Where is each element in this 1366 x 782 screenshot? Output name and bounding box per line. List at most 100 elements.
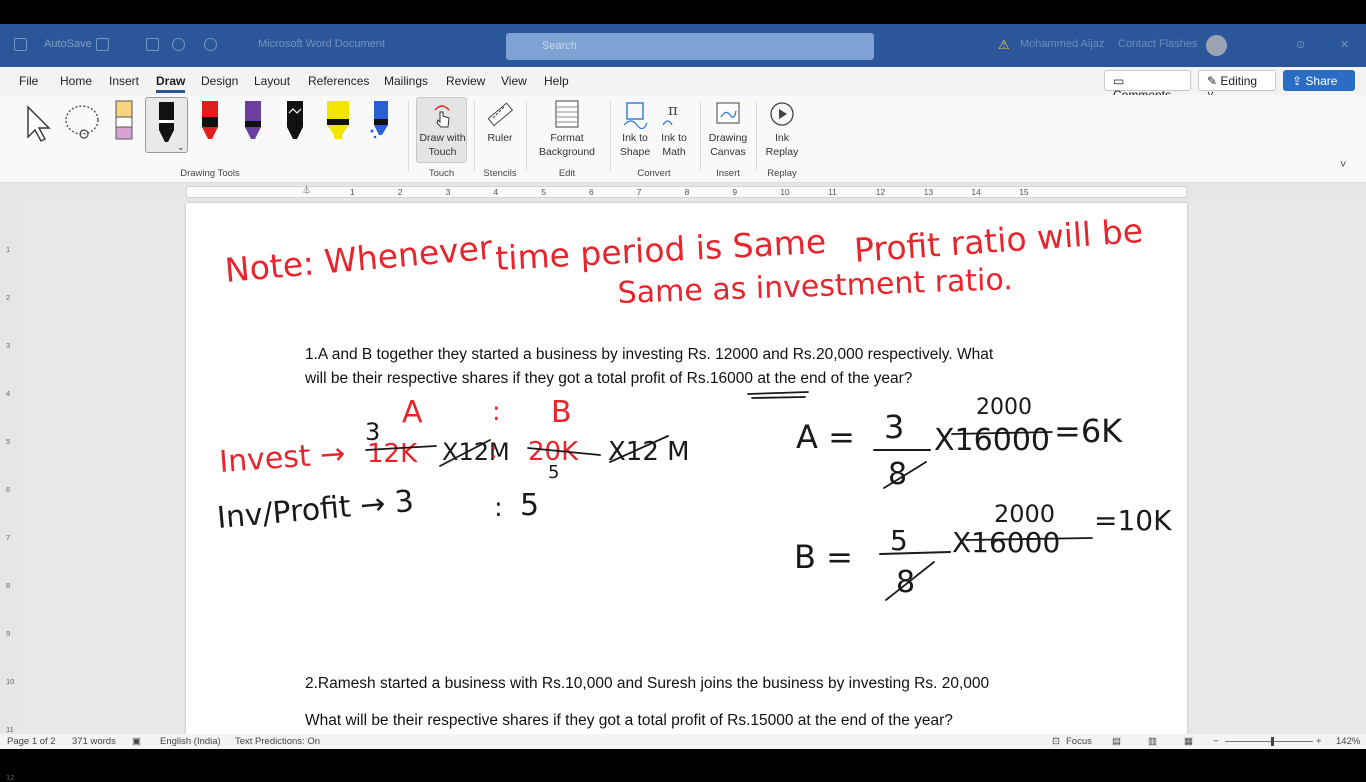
ink-replay-label-2[interactable]: Replay — [760, 145, 804, 159]
autosave-toggle-icon[interactable] — [96, 38, 109, 51]
drawing-canvas-label-1[interactable]: Drawing — [702, 131, 754, 145]
ruler-tick-label: 15 — [1019, 187, 1029, 197]
ink-to-shape-icon[interactable] — [621, 99, 649, 129]
ribbon-separator — [700, 101, 701, 171]
pen-black-selected[interactable]: ⌄ — [145, 97, 188, 153]
text-predictions[interactable]: Text Predictions: On — [235, 736, 320, 747]
svg-text:⌄: ⌄ — [177, 142, 185, 152]
zoom-out-icon[interactable]: − — [1213, 736, 1219, 747]
ink-replay-icon[interactable] — [768, 99, 796, 129]
vertical-ruler-tick-label: 2 — [6, 293, 11, 302]
editing-button[interactable]: ✎ Editing ˅ — [1198, 70, 1276, 102]
ruler-tick-label: 13 — [923, 187, 934, 197]
ruler-label[interactable]: Ruler — [476, 131, 524, 145]
document-name[interactable]: Microsoft Word Document — [258, 38, 385, 50]
page-count[interactable]: Page 1 of 2 — [7, 736, 56, 747]
vertical-ruler-tick-label: 10 — [6, 677, 15, 686]
status-bar: Page 1 of 2 371 words ▣ English (India) … — [0, 734, 1366, 749]
lasso-icon[interactable] — [62, 103, 104, 143]
share-label: Share — [1305, 74, 1338, 88]
pen-red-icon[interactable] — [198, 99, 222, 143]
focus-icon[interactable]: ⊡ — [1052, 736, 1060, 747]
menu-mailings[interactable]: Mailings — [384, 74, 428, 88]
menu-review[interactable]: Review — [446, 74, 485, 88]
ink-replay-label-1[interactable]: Ink — [760, 131, 804, 145]
autosave-label[interactable]: AutoSave — [44, 38, 92, 50]
ruler-tick-label: 3 — [445, 187, 451, 197]
format-background-label-1[interactable]: Format — [526, 131, 608, 145]
vertical-ruler[interactable]: 1 2 3 4 5 6 7 8 9 10 11 12 — [0, 201, 18, 782]
ruler-tick-label: 1 — [350, 187, 355, 197]
ruler-tick-label: 4 — [493, 187, 499, 197]
document-page[interactable]: 1.A and B together they started a busine… — [186, 203, 1187, 734]
web-layout-icon[interactable]: ▦ — [1184, 736, 1193, 747]
question-2-line-2[interactable]: What will be their respective shares if … — [305, 712, 953, 730]
ruler-tick-label: 2 — [397, 187, 403, 197]
vertical-ruler-tick-label: 12 — [6, 773, 15, 782]
ink-to-shape-label-2[interactable]: Shape — [614, 145, 656, 159]
ribbon-collapse-chevron-icon[interactable]: ˅ — [1340, 159, 1346, 171]
ruler-tick-label: 10 — [780, 187, 790, 197]
focus-label[interactable]: Focus — [1066, 736, 1092, 747]
zoom-level[interactable]: 142% — [1336, 736, 1360, 747]
eraser-icon[interactable] — [112, 99, 136, 143]
ink-to-shape-label-1[interactable]: Ink to — [614, 131, 656, 145]
question-1-line-2[interactable]: will be their respective shares if they … — [305, 370, 912, 388]
drawing-canvas-label-2[interactable]: Canvas — [702, 145, 754, 159]
share-button[interactable]: ⇪ Share ˅ — [1283, 70, 1355, 102]
menu-design[interactable]: Design — [201, 74, 238, 88]
question-2-line-1[interactable]: 2.Ramesh started a business with Rs.10,0… — [305, 675, 989, 693]
menu-draw[interactable]: Draw — [156, 74, 186, 93]
minimize-icon[interactable]: ⊙ — [1296, 38, 1305, 51]
vertical-ruler-tick-label: 6 — [6, 485, 11, 494]
undo-icon[interactable] — [172, 38, 185, 51]
pen-galaxy-icon[interactable] — [283, 99, 307, 143]
svg-text:π: π — [668, 101, 678, 119]
word-count[interactable]: 371 words — [72, 736, 116, 747]
menu-help[interactable]: Help — [544, 74, 569, 88]
ink-to-math-label-2[interactable]: Math — [654, 145, 694, 159]
close-icon[interactable]: ✕ — [1340, 38, 1349, 51]
print-layout-icon[interactable]: ▥ — [1148, 736, 1157, 747]
vertical-ruler-tick-label: 8 — [6, 581, 11, 590]
drawing-canvas-icon[interactable] — [714, 99, 742, 129]
ink-to-math-label-1[interactable]: Ink to — [654, 131, 694, 145]
menu-insert[interactable]: Insert — [109, 74, 139, 88]
avatar[interactable] — [1206, 35, 1227, 56]
redo-icon[interactable] — [204, 38, 217, 51]
vertical-ruler-tick-label: 11 — [6, 725, 14, 734]
zoom-in-icon[interactable]: + — [1316, 736, 1322, 747]
question-1-line-1[interactable]: 1.A and B together they started a busine… — [305, 346, 993, 364]
horizontal-ruler[interactable]: ⏃ 1 2 3 4 5 6 7 8 9 10 11 12 13 14 15 — [0, 183, 1366, 201]
warning-icon[interactable]: ⚠ — [998, 37, 1010, 53]
ribbon-draw: ⌄ Drawing Tools Draw with Touch Touch Ru… — [0, 95, 1366, 183]
read-mode-icon[interactable]: ▤ — [1112, 736, 1121, 747]
menu-references[interactable]: References — [308, 74, 369, 88]
indent-marker-icon[interactable]: ⏃ — [302, 183, 311, 196]
search-box[interactable]: Search — [506, 33, 874, 60]
ruler-icon[interactable] — [484, 99, 514, 129]
format-background-icon[interactable] — [553, 99, 581, 129]
menu-layout[interactable]: Layout — [254, 74, 290, 88]
format-background-label-2[interactable]: Background — [526, 145, 608, 159]
ribbon-separator — [756, 101, 757, 171]
share-icon: ⇪ — [1292, 74, 1303, 88]
menu-home[interactable]: Home — [60, 74, 92, 88]
menu-file[interactable]: File — [19, 74, 38, 88]
ruler-tick-label: 7 — [636, 187, 642, 197]
status-text: Contact Flashes — [1118, 38, 1198, 50]
menu-bar: File Home Insert Draw Design Layout Refe… — [0, 67, 1366, 102]
comments-button[interactable]: ▭ Comments — [1104, 70, 1191, 102]
zoom-slider-thumb[interactable] — [1271, 737, 1274, 746]
select-arrow-icon[interactable] — [22, 103, 54, 143]
pen-blue-icon[interactable] — [368, 99, 392, 143]
ink-to-math-icon[interactable]: π — [660, 99, 688, 129]
pen-purple-icon[interactable] — [241, 99, 265, 143]
proofing-icon[interactable]: ▣ — [132, 736, 141, 747]
save-icon[interactable] — [146, 38, 159, 51]
language-indicator[interactable]: English (India) — [160, 736, 221, 747]
zoom-slider[interactable] — [1225, 741, 1313, 742]
menu-view[interactable]: View — [501, 74, 527, 88]
draw-with-touch-button[interactable]: Draw with Touch — [416, 97, 467, 163]
highlighter-yellow-icon[interactable] — [325, 99, 351, 143]
